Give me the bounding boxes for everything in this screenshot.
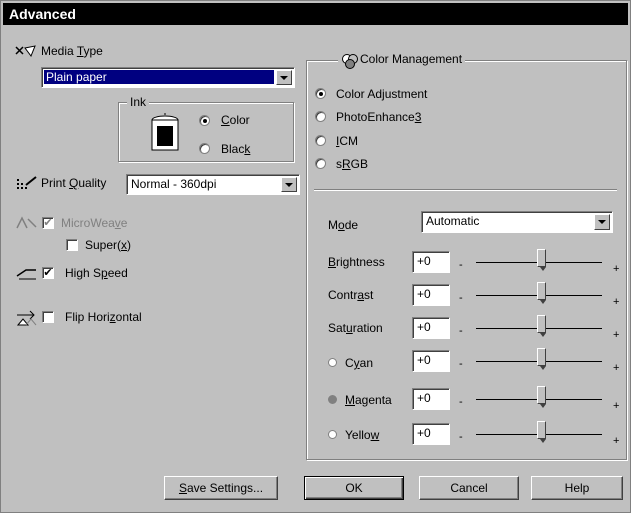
contrast-spinner[interactable]: +0 xyxy=(412,284,450,306)
magenta-spinner[interactable]: +0 xyxy=(412,388,450,410)
ink-black-label[interactable]: Black xyxy=(221,142,250,156)
yellow-slider-thumb[interactable] xyxy=(537,421,546,443)
mode-value: Automatic xyxy=(426,214,480,228)
brightness-spinner[interactable]: +0 xyxy=(412,251,450,273)
brightness-label: Brightness xyxy=(328,255,385,269)
advanced-dialog: Advanced Media Type Plain paper Ink Colo… xyxy=(0,0,631,513)
help-button[interactable]: Help xyxy=(531,476,623,500)
magenta-label: Magenta xyxy=(345,393,392,407)
high-speed-checkbox[interactable]: ✔ xyxy=(42,267,54,279)
yellow-spinner[interactable]: +0 xyxy=(412,423,450,445)
chevron-down-icon[interactable] xyxy=(276,70,292,85)
icm-label[interactable]: ICM xyxy=(336,134,358,148)
super-checkbox[interactable] xyxy=(66,239,78,251)
ok-button[interactable]: OK xyxy=(304,476,404,500)
photoenhance-radio[interactable] xyxy=(315,111,326,122)
saturation-spinner[interactable]: +0 xyxy=(412,317,450,339)
brightness-minus: - xyxy=(459,259,463,271)
contrast-label: Contrast xyxy=(328,288,374,302)
high-speed-label[interactable]: High Speed xyxy=(65,266,128,280)
media-type-label: Media Type xyxy=(41,44,103,58)
ink-group-title: Ink xyxy=(127,95,150,109)
cancel-button[interactable]: Cancel xyxy=(419,476,519,500)
magenta-swatch-icon xyxy=(328,395,337,404)
photoenhance-label[interactable]: PhotoEnhance3 xyxy=(336,110,421,124)
media-type-icon xyxy=(15,45,36,58)
cyan-slider-thumb[interactable] xyxy=(537,348,546,370)
microweave-icon xyxy=(16,216,37,229)
cyan-plus: + xyxy=(613,362,620,374)
cyan-swatch-icon xyxy=(328,358,337,367)
contrast-minus: - xyxy=(459,292,463,304)
srgb-radio[interactable] xyxy=(315,158,326,169)
divider xyxy=(314,189,617,191)
media-type-value: Plain paper xyxy=(44,70,274,84)
microweave-checkbox[interactable]: ✔ xyxy=(42,217,54,229)
mode-select[interactable]: Automatic xyxy=(421,211,613,233)
saturation-label: Saturation xyxy=(328,321,383,335)
color-adjustment-label[interactable]: Color Adjustment xyxy=(336,87,427,101)
color-adjustment-radio[interactable] xyxy=(315,88,326,99)
print-quality-label: Print Quality xyxy=(41,176,107,190)
yellow-label: Yellow xyxy=(345,428,380,442)
yellow-swatch-icon xyxy=(328,430,337,439)
saturation-plus: + xyxy=(613,329,620,341)
high-speed-icon xyxy=(16,269,36,280)
saturation-minus: - xyxy=(459,325,463,337)
save-settings-button[interactable]: Save Settings... xyxy=(164,476,278,500)
super-label[interactable]: Super(x) xyxy=(85,238,131,252)
yellow-plus: + xyxy=(613,435,620,447)
ink-color-label[interactable]: Color xyxy=(221,113,250,127)
srgb-label[interactable]: sRGB xyxy=(336,157,368,171)
cyan-minus: - xyxy=(459,358,463,370)
contrast-slider-thumb[interactable] xyxy=(537,282,546,304)
chevron-down-icon[interactable] xyxy=(594,214,610,230)
contrast-plus: + xyxy=(613,296,620,308)
dialog-title: Advanced xyxy=(3,3,628,25)
icm-radio[interactable] xyxy=(315,135,326,146)
ink-black-radio[interactable] xyxy=(199,143,210,154)
print-quality-select[interactable]: Normal - 360dpi xyxy=(126,174,300,195)
cyan-spinner[interactable]: +0 xyxy=(412,350,450,372)
print-quality-icon xyxy=(17,176,37,189)
mode-label: Mode xyxy=(328,218,359,232)
brightness-slider-thumb[interactable] xyxy=(537,249,546,271)
saturation-slider-thumb[interactable] xyxy=(537,315,546,337)
print-quality-value: Normal - 360dpi xyxy=(131,177,217,191)
media-type-select[interactable]: Plain paper xyxy=(41,67,295,88)
cyan-label: Cyan xyxy=(345,356,374,370)
ink-cartridge-icon xyxy=(151,113,179,151)
brightness-plus: + xyxy=(613,263,620,275)
magenta-slider-thumb[interactable] xyxy=(537,386,546,408)
microweave-label: MicroWeave xyxy=(61,216,128,230)
yellow-minus: - xyxy=(459,431,463,443)
flip-horizontal-checkbox[interactable] xyxy=(42,311,54,323)
flip-horizontal-icon xyxy=(16,310,37,326)
chevron-down-icon[interactable] xyxy=(281,177,297,192)
ink-color-radio[interactable] xyxy=(199,115,210,126)
color-management-icon xyxy=(342,54,358,69)
magenta-minus: - xyxy=(459,396,463,408)
magenta-plus: + xyxy=(613,400,620,412)
flip-horizontal-label[interactable]: Flip Horizontal xyxy=(65,310,142,324)
